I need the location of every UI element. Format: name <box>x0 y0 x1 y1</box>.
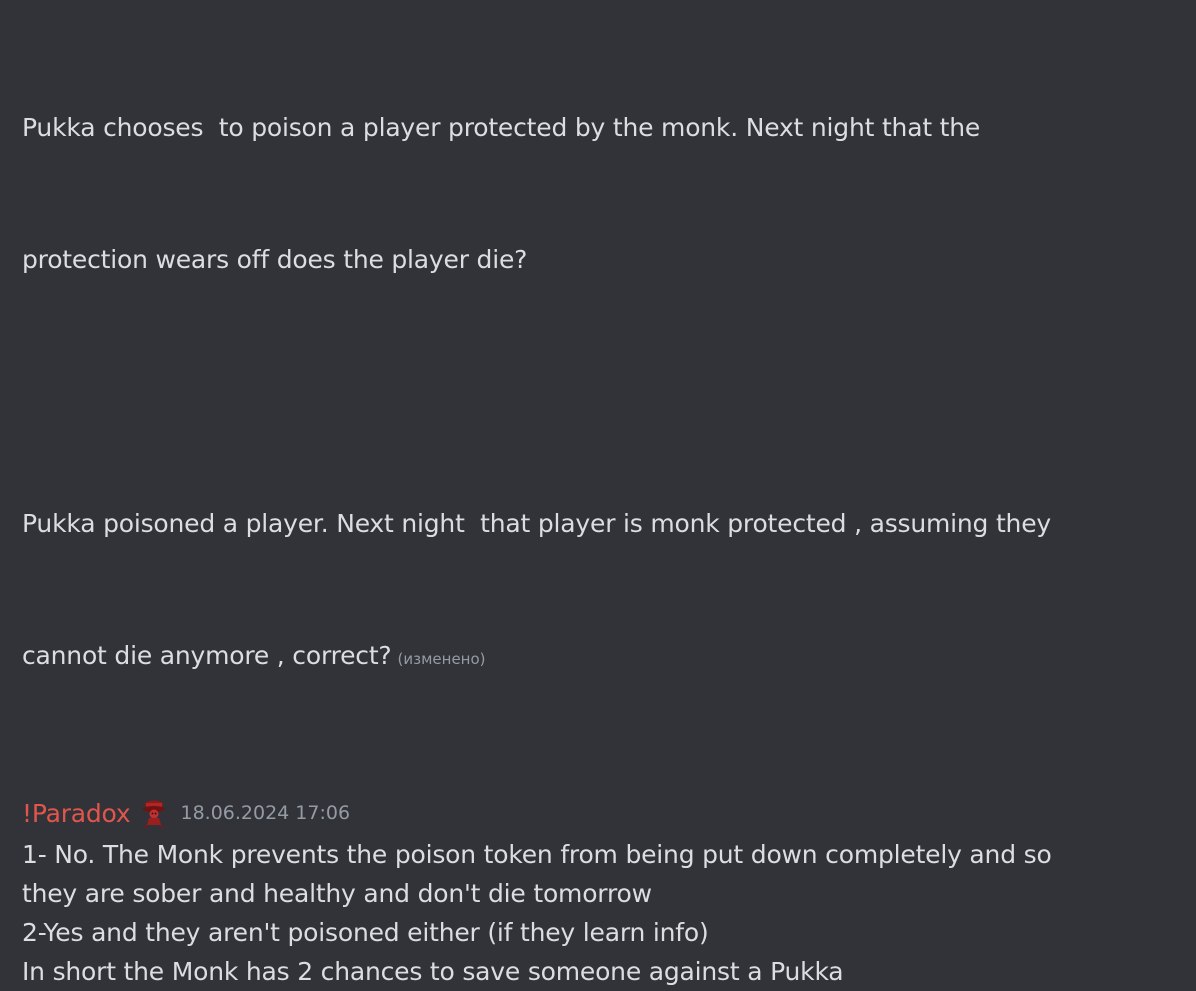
message-spacer <box>22 370 1174 414</box>
message-body: 1- No. The Monk prevents the poison toke… <box>22 835 1174 991</box>
message-text: cannot die anymore , correct? <box>22 641 392 670</box>
message-line: Pukka chooses to poison a player protect… <box>22 113 981 142</box>
message-line: 1- No. The Monk prevents the poison toke… <box>22 840 1052 869</box>
message-line: 2-Yes and they aren't poisoned either (i… <box>22 918 709 947</box>
message-line: they are sober and healthy and don't die… <box>22 879 652 908</box>
message-line: Pukka poisoned a player. Next night that… <box>22 509 1051 538</box>
message-reply: !Paradox 18.06.2024 17:06 1- No. The Mon… <box>22 791 1174 991</box>
username[interactable]: !Paradox <box>22 799 131 828</box>
edited-label[interactable]: (изменено) <box>398 650 486 668</box>
message-line: In short the Monk has 2 chances to save … <box>22 957 844 986</box>
message-line: protection wears off does the player die… <box>22 245 528 274</box>
hat-avatar-icon[interactable] <box>138 797 170 829</box>
message-line-with-edited: cannot die anymore , correct? (изменено) <box>22 634 1174 681</box>
chat-view: Pukka chooses to poison a player protect… <box>0 0 1196 986</box>
message-previous: Pukka chooses to poison a player protect… <box>22 18 1174 769</box>
message-header: !Paradox 18.06.2024 17:06 <box>22 791 1174 835</box>
message-timestamp[interactable]: 18.06.2024 17:06 <box>180 802 350 824</box>
